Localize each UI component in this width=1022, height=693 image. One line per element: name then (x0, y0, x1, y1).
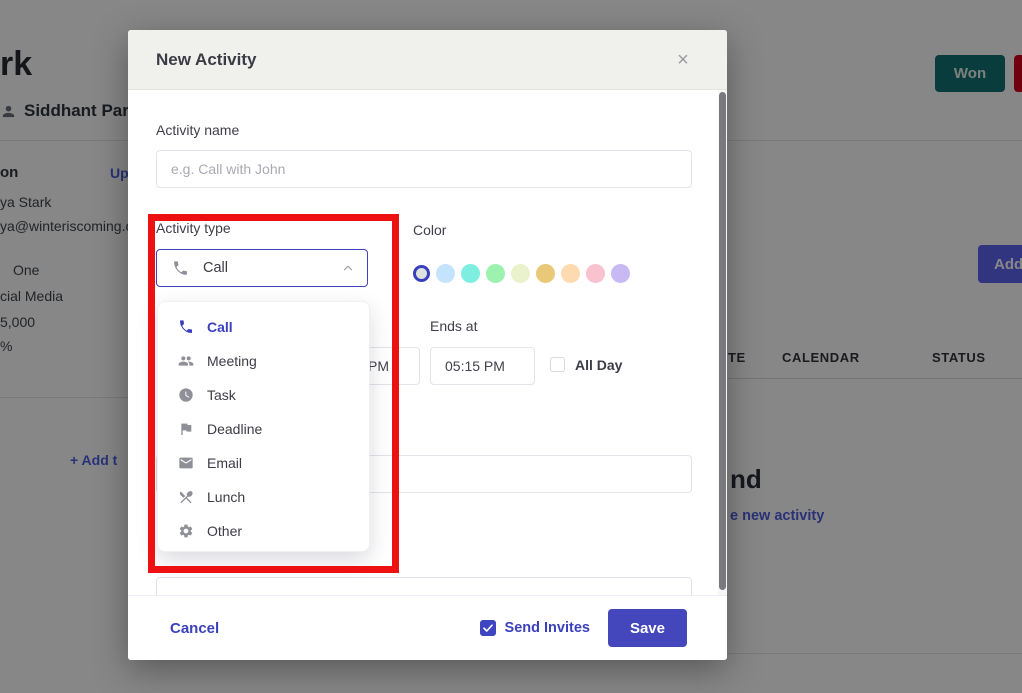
close-icon[interactable]: × (671, 48, 695, 72)
all-day-label: All Day (575, 357, 622, 373)
color-swatch-selected[interactable] (413, 265, 430, 282)
modal-footer: Cancel Send Invites Save (128, 595, 727, 660)
color-swatch[interactable] (611, 264, 630, 283)
color-swatch[interactable] (486, 264, 505, 283)
modal-header: New Activity × (128, 30, 727, 90)
send-invites-group: Send Invites (480, 620, 590, 636)
color-swatch[interactable] (511, 264, 530, 283)
description-input[interactable] (156, 577, 692, 595)
activity-name-label: Activity name (156, 122, 239, 138)
color-swatch[interactable] (561, 264, 580, 283)
screen: rk Siddhant Parya on Upd ya Starkya@wint… (0, 0, 1022, 693)
modal-title: New Activity (156, 30, 256, 90)
color-swatch[interactable] (586, 264, 605, 283)
save-button[interactable]: Save (608, 609, 687, 647)
modal-scrollbar-track[interactable] (718, 90, 727, 595)
cancel-button[interactable]: Cancel (170, 620, 219, 637)
ends-at-input[interactable] (430, 347, 535, 385)
send-invites-label: Send Invites (505, 620, 590, 636)
color-label: Color (413, 222, 446, 238)
ends-at-label: Ends at (430, 318, 477, 334)
color-swatch[interactable] (536, 264, 555, 283)
color-swatch[interactable] (461, 264, 480, 283)
send-invites-checkbox[interactable] (480, 620, 496, 636)
annotation-red-box (148, 214, 399, 573)
check-icon (482, 622, 494, 634)
modal-scrollbar-thumb[interactable] (719, 92, 726, 590)
all-day-checkbox[interactable] (550, 357, 565, 372)
activity-name-input[interactable] (156, 150, 692, 188)
color-swatch-row (413, 261, 630, 285)
color-swatch[interactable] (436, 264, 455, 283)
